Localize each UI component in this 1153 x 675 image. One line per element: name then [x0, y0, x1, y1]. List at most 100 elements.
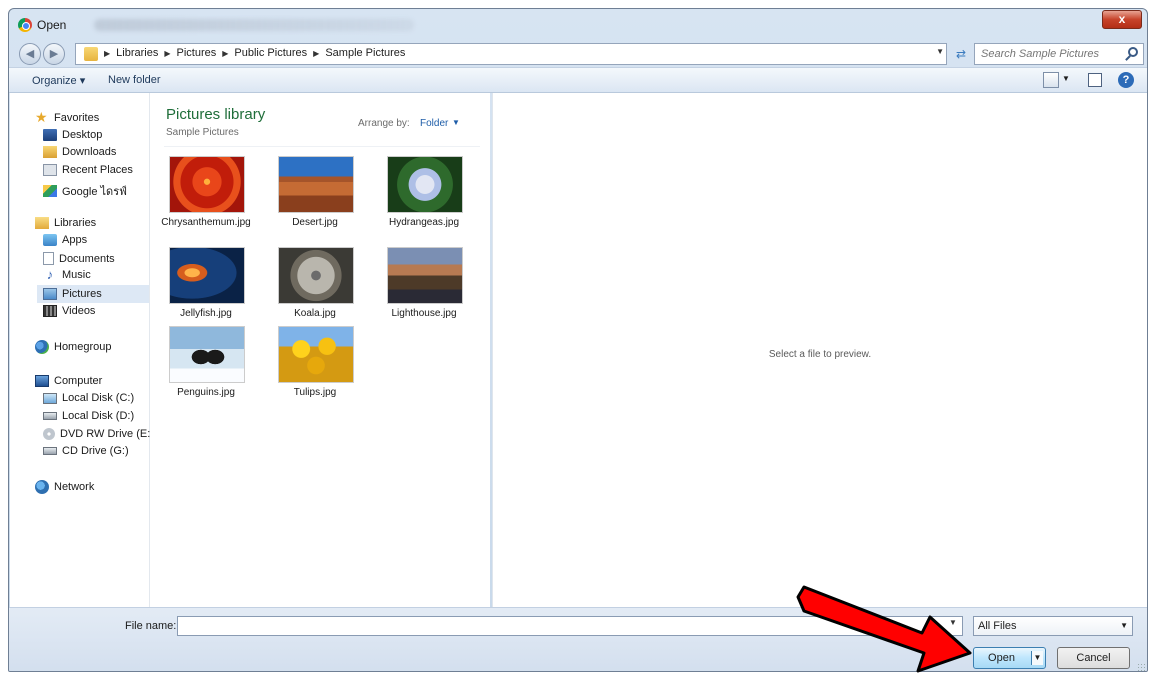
back-button[interactable]: ◀ — [19, 43, 41, 65]
downloads-icon — [43, 146, 57, 158]
file-tile-koala[interactable]: Koala.jpg — [265, 247, 365, 327]
libraries-icon — [35, 217, 49, 229]
file-tile-tulips[interactable]: Tulips.jpg — [265, 326, 365, 406]
forward-button[interactable]: ▶ — [43, 43, 65, 65]
resize-grip-icon[interactable] — [1137, 663, 1145, 671]
nav-dvd-drive[interactable]: DVD RW Drive (E:) N — [43, 428, 165, 440]
nav-label: Downloads — [62, 146, 117, 158]
dvd-drive-icon — [43, 428, 55, 440]
file-tile-penguins[interactable]: Penguins.jpg — [156, 326, 256, 406]
chevron-down-icon[interactable]: ▼ — [1062, 74, 1078, 90]
library-subtitle: Sample Pictures — [166, 127, 239, 138]
chevron-down-icon[interactable]: ▼ — [949, 618, 957, 627]
network-icon — [35, 480, 49, 494]
nav-google-drive[interactable]: Google ไดรฟ์ — [43, 182, 127, 200]
nav-apps[interactable]: Apps — [43, 234, 87, 246]
file-type-value: All Files — [978, 620, 1017, 632]
nav-desktop[interactable]: Desktop — [43, 129, 102, 141]
file-name: Chrysanthemum.jpg — [161, 217, 251, 228]
refresh-button[interactable]: ⇄ — [951, 44, 971, 64]
help-icon[interactable]: ? — [1118, 72, 1134, 88]
address-bar[interactable]: ▶ Libraries ▶ Pictures ▶ Public Pictures… — [75, 43, 947, 65]
nav-libraries[interactable]: Libraries — [35, 217, 96, 229]
file-name: Jellyfish.jpg — [180, 308, 232, 319]
file-name: Tulips.jpg — [293, 387, 337, 398]
nav-cd-drive[interactable]: CD Drive (G:) — [43, 445, 129, 457]
nav-label: Favorites — [54, 112, 100, 124]
lighthouse-thumbnail — [387, 247, 463, 304]
open-options-dropdown[interactable]: ▼ — [1031, 651, 1043, 665]
pictures-icon — [43, 288, 57, 300]
close-button[interactable]: x — [1102, 10, 1142, 29]
nav-label: Computer — [54, 375, 103, 387]
file-tile-jellyfish[interactable]: Jellyfish.jpg — [156, 247, 256, 327]
arrange-by-label: Arrange by: — [358, 118, 410, 129]
koala-thumbnail — [278, 247, 354, 304]
nav-label: Music — [62, 269, 91, 281]
nav-homegroup[interactable]: Homegroup — [35, 340, 111, 354]
nav-label: Local Disk (D:) — [62, 410, 135, 422]
recent-places-icon — [43, 164, 57, 176]
desert-thumbnail — [278, 156, 354, 213]
file-tile-lighthouse[interactable]: Lighthouse.jpg — [374, 247, 474, 327]
open-button[interactable]: Open ▼ — [973, 647, 1046, 669]
arrange-by-dropdown[interactable]: Folder — [420, 118, 448, 129]
breadcrumb-public-pictures[interactable]: Public Pictures — [234, 47, 307, 59]
file-name: Hydrangeas.jpg — [388, 217, 460, 228]
nav-local-disk-d[interactable]: Local Disk (D:) — [43, 410, 134, 422]
nav-label: Videos — [62, 305, 96, 317]
nav-local-disk-c[interactable]: Local Disk (C:) — [43, 392, 134, 404]
cancel-button[interactable]: Cancel — [1057, 647, 1130, 669]
breadcrumb-pictures[interactable]: Pictures — [177, 47, 217, 59]
preview-message: Select a file to preview. — [768, 349, 872, 360]
nav-label: CD Drive (G:) — [62, 445, 129, 457]
hard-drive-icon — [43, 412, 57, 420]
search-box[interactable] — [974, 43, 1144, 65]
tulips-thumbnail — [278, 326, 354, 383]
nav-label: Libraries — [54, 217, 97, 229]
homegroup-icon — [35, 340, 49, 354]
new-folder-button[interactable]: New folder — [108, 74, 161, 86]
file-type-select[interactable]: All Files ▼ — [973, 616, 1133, 636]
chevron-down-icon[interactable]: ▼ — [936, 47, 944, 56]
file-tile-desert[interactable]: Desert.jpg — [265, 156, 365, 236]
nav-music[interactable]: ♪ Music — [43, 267, 91, 282]
command-toolbar: Organize ▾ New folder ▼ ? — [9, 67, 1147, 93]
breadcrumb-libraries[interactable]: Libraries — [116, 47, 158, 59]
search-input[interactable] — [981, 45, 1121, 63]
search-icon[interactable] — [1128, 47, 1138, 57]
file-name: Koala.jpg — [294, 308, 336, 319]
window-title: Open — [37, 18, 67, 32]
nav-videos[interactable]: Videos — [43, 305, 95, 317]
nav-label: Desktop — [62, 129, 103, 141]
nav-favorites[interactable]: ★ Favorites — [35, 109, 100, 125]
file-tile-hydrangeas[interactable]: Hydrangeas.jpg — [374, 156, 474, 236]
music-icon: ♪ — [46, 267, 54, 282]
nav-computer[interactable]: Computer — [35, 375, 102, 387]
nav-recent-places[interactable]: Recent Places — [43, 164, 133, 176]
change-view-icon[interactable] — [1043, 72, 1059, 88]
nav-pictures[interactable]: Pictures — [37, 285, 149, 303]
open-button-label: Open — [988, 652, 1015, 664]
file-name: Penguins.jpg — [177, 387, 235, 398]
file-name: Desert.jpg — [292, 217, 338, 228]
organize-button[interactable]: Organize ▾ — [32, 74, 85, 87]
navigation-pane: ★ Favorites Desktop Downloads Recent Pla… — [10, 93, 165, 607]
breadcrumb-sample-pictures[interactable]: Sample Pictures — [325, 47, 405, 59]
penguins-thumbnail — [169, 326, 245, 383]
file-name-input[interactable] — [177, 616, 963, 636]
chevron-down-icon[interactable]: ▼ — [452, 118, 460, 127]
open-dialog: Open x ◀ ▶ ▶ Libraries ▶ Pictures ▶ Publ… — [8, 8, 1148, 672]
nav-label: Documents — [59, 252, 115, 265]
file-name-label: File name: — [125, 620, 177, 632]
desktop-icon — [43, 129, 57, 141]
star-icon: ★ — [35, 109, 48, 125]
cd-drive-icon — [43, 447, 57, 455]
nav-documents[interactable]: Documents — [43, 252, 115, 265]
file-tile-chrysanthemum[interactable]: Chrysanthemum.jpg — [156, 156, 256, 236]
nav-network[interactable]: Network — [35, 480, 94, 494]
preview-pane-icon[interactable] — [1088, 73, 1102, 87]
google-drive-icon — [43, 185, 57, 197]
nav-downloads[interactable]: Downloads — [43, 146, 116, 158]
videos-icon — [43, 305, 57, 317]
